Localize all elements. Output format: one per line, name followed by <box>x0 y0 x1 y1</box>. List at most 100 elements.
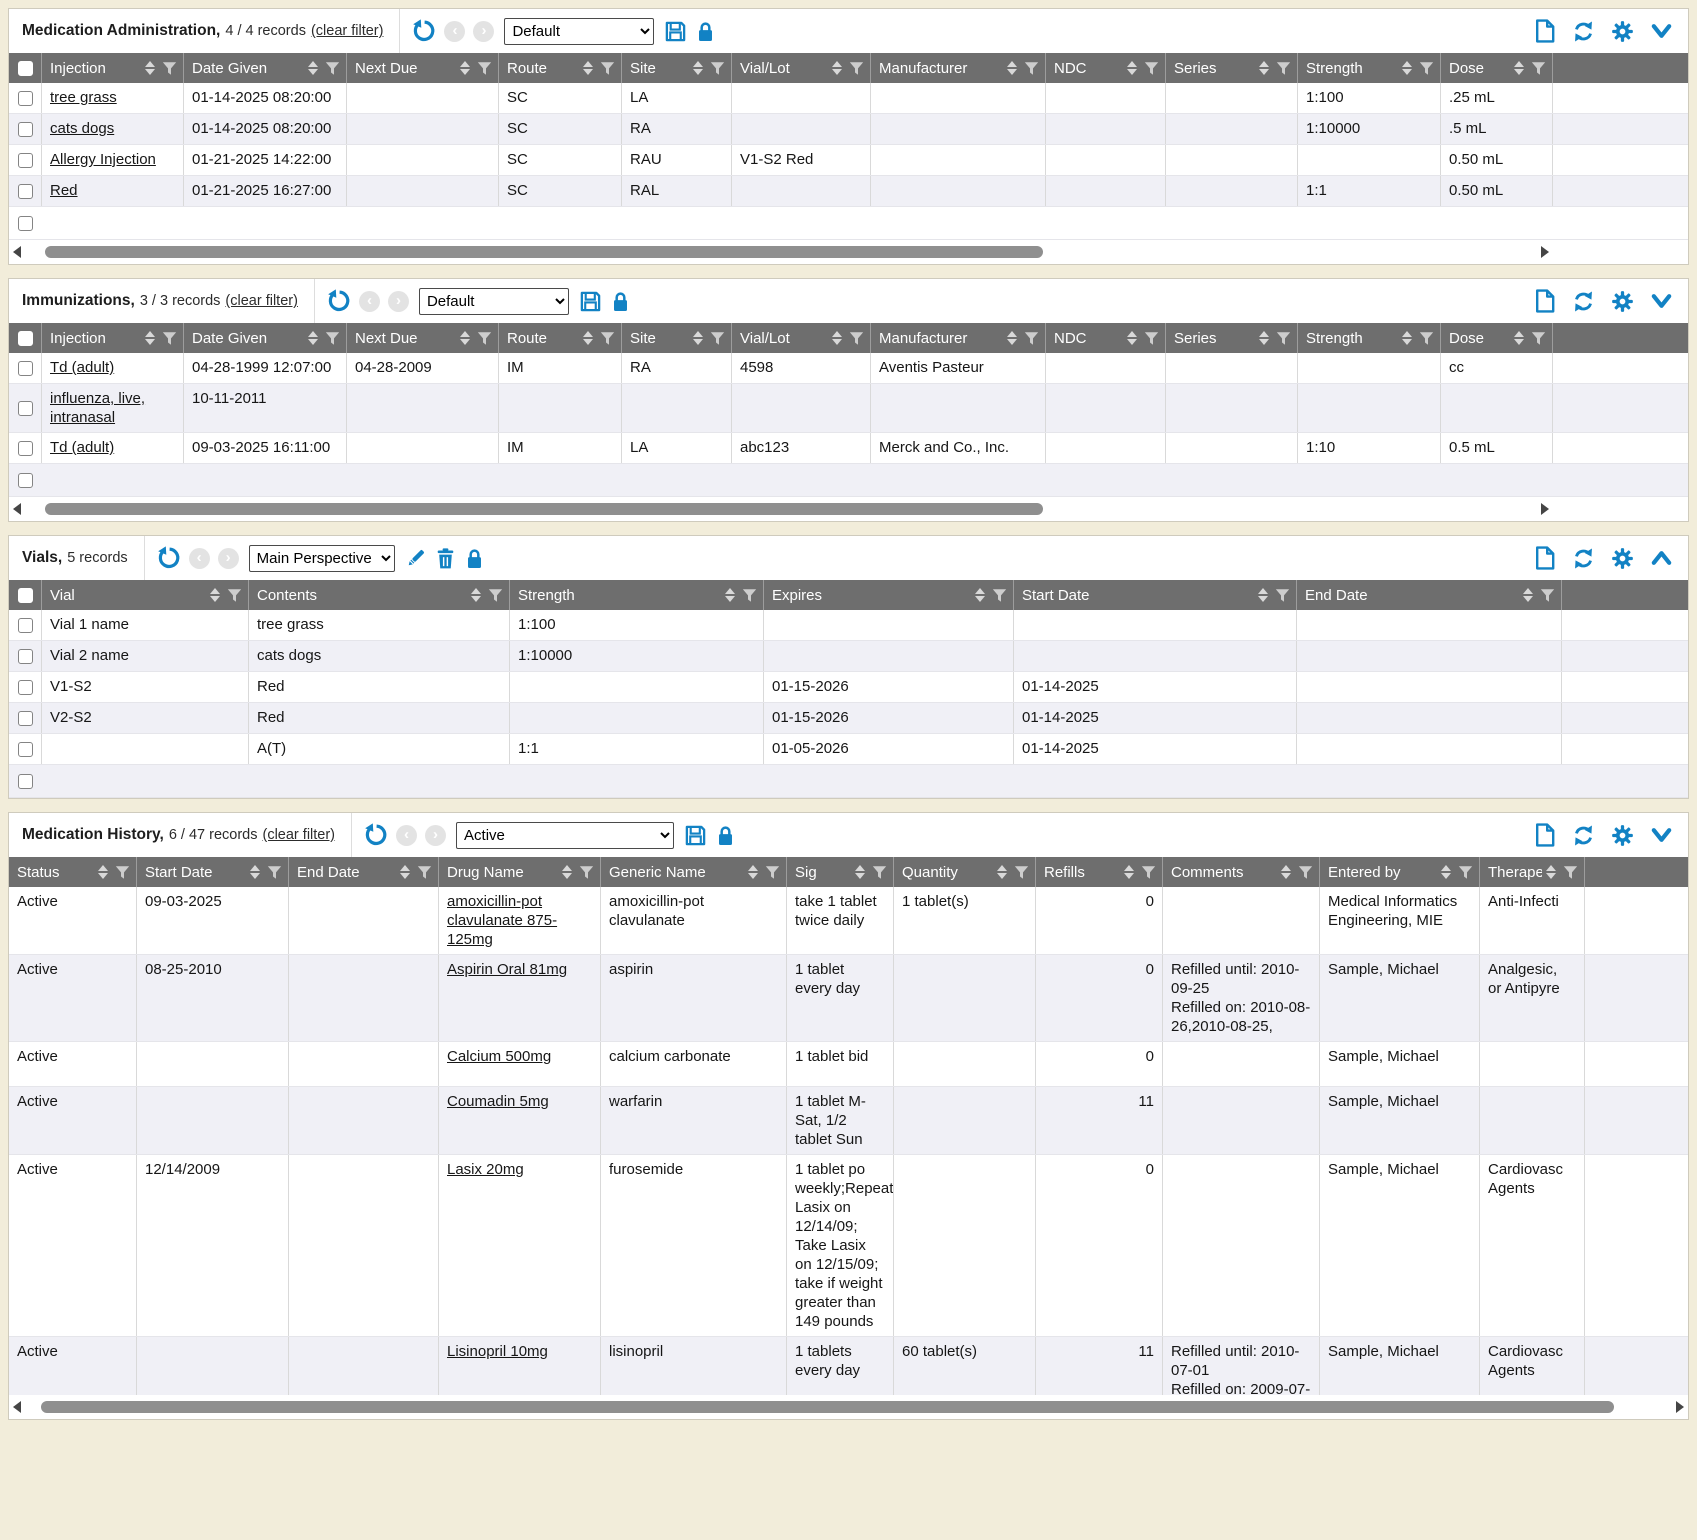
pencil-icon[interactable] <box>405 547 427 569</box>
sort-icon[interactable] <box>308 61 318 75</box>
injection-link[interactable]: influenza, live, intranasal <box>50 390 145 426</box>
drug-name-link[interactable]: Lisinopril 10mg <box>447 1343 548 1360</box>
filter-icon[interactable] <box>417 865 432 880</box>
undo-icon[interactable] <box>364 823 388 847</box>
sort-icon[interactable] <box>1514 61 1524 75</box>
sort-icon[interactable] <box>1258 588 1268 602</box>
sort-icon[interactable] <box>725 588 735 602</box>
scrollbar-track[interactable] <box>25 1400 1672 1414</box>
column-header-site[interactable]: Site <box>622 323 732 353</box>
perspective-select[interactable]: Default <box>504 18 654 45</box>
column-header-manufacturer[interactable]: Manufacturer <box>871 323 1046 353</box>
row-checkbox[interactable] <box>18 122 33 137</box>
gear-icon[interactable] <box>1611 547 1634 570</box>
prev-page-icon[interactable]: ‹ <box>444 21 465 42</box>
column-header-injection[interactable]: Injection <box>42 323 184 353</box>
prev-page-icon[interactable]: ‹ <box>396 825 417 846</box>
new-doc-icon[interactable] <box>1534 546 1556 570</box>
column-header-date-given[interactable]: Date Given <box>184 53 347 83</box>
column-header-route[interactable]: Route <box>499 323 622 353</box>
filter-icon[interactable] <box>267 865 282 880</box>
clear-filter-link[interactable]: (clear filter) <box>225 293 298 309</box>
select-all-checkbox[interactable] <box>18 331 33 346</box>
column-header-start-date[interactable]: Start Date <box>1014 580 1297 610</box>
undo-icon[interactable] <box>157 546 181 570</box>
sort-icon[interactable] <box>471 588 481 602</box>
next-page-icon[interactable]: › <box>473 21 494 42</box>
filter-icon[interactable] <box>1419 331 1434 346</box>
column-header-generic-name[interactable]: Generic Name <box>601 857 787 887</box>
clear-filter-link[interactable]: (clear filter) <box>311 23 384 39</box>
injection-link[interactable]: Td (adult) <box>50 359 114 376</box>
scroll-right-icon[interactable] <box>1541 503 1549 515</box>
lock-icon[interactable] <box>610 290 631 313</box>
filter-icon[interactable] <box>579 865 594 880</box>
row-checkbox[interactable] <box>18 680 33 695</box>
sort-icon[interactable] <box>308 331 318 345</box>
sort-icon[interactable] <box>1546 865 1556 879</box>
column-header-entered-by[interactable]: Entered by <box>1320 857 1480 887</box>
horizontal-scrollbar[interactable] <box>9 499 1553 519</box>
scroll-left-icon[interactable] <box>13 246 21 258</box>
sort-icon[interactable] <box>145 331 155 345</box>
row-checkbox[interactable] <box>18 91 33 106</box>
filter-icon[interactable] <box>162 61 177 76</box>
sort-icon[interactable] <box>975 588 985 602</box>
column-header-manufacturer[interactable]: Manufacturer <box>871 53 1046 83</box>
chevron-down-icon[interactable] <box>1650 21 1673 41</box>
column-header-site[interactable]: Site <box>622 53 732 83</box>
sort-icon[interactable] <box>832 331 842 345</box>
filter-icon[interactable] <box>227 588 242 603</box>
column-header-series[interactable]: Series <box>1166 323 1298 353</box>
row-checkbox[interactable] <box>18 441 33 456</box>
scroll-right-icon[interactable] <box>1676 1401 1684 1413</box>
select-all-checkbox[interactable] <box>18 588 33 603</box>
chevron-down-icon[interactable] <box>1650 825 1673 845</box>
sort-icon[interactable] <box>583 331 593 345</box>
scroll-left-icon[interactable] <box>13 1401 21 1413</box>
lock-icon[interactable] <box>715 824 736 847</box>
column-header-comments[interactable]: Comments <box>1163 857 1320 887</box>
next-page-icon[interactable]: › <box>218 548 239 569</box>
injection-link[interactable]: Allergy Injection <box>50 151 156 168</box>
column-header-status[interactable]: Status <box>9 857 137 887</box>
new-doc-icon[interactable] <box>1534 289 1556 313</box>
injection-link[interactable]: tree grass <box>50 89 117 106</box>
sort-icon[interactable] <box>1259 331 1269 345</box>
save-icon[interactable] <box>664 20 687 43</box>
column-header-therapeuti[interactable]: Therapeuti <box>1480 857 1585 887</box>
new-row-checkbox[interactable] <box>18 473 33 488</box>
filter-icon[interactable] <box>1141 865 1156 880</box>
filter-icon[interactable] <box>742 588 757 603</box>
next-page-icon[interactable]: › <box>388 291 409 312</box>
column-header-contents[interactable]: Contents <box>249 580 510 610</box>
sort-icon[interactable] <box>1127 331 1137 345</box>
column-header-next-due[interactable]: Next Due <box>347 53 499 83</box>
scroll-left-icon[interactable] <box>13 503 21 515</box>
row-checkbox[interactable] <box>18 361 33 376</box>
prev-page-icon[interactable]: ‹ <box>189 548 210 569</box>
row-checkbox[interactable] <box>18 742 33 757</box>
column-header-drug-name[interactable]: Drug Name <box>439 857 601 887</box>
lock-icon[interactable] <box>464 547 485 570</box>
next-page-icon[interactable]: › <box>425 825 446 846</box>
column-header-end-date[interactable]: End Date <box>1297 580 1562 610</box>
column-header-injection[interactable]: Injection <box>42 53 184 83</box>
scrollbar-thumb[interactable] <box>41 1401 1614 1413</box>
lock-icon[interactable] <box>695 20 716 43</box>
column-header-dose[interactable]: Dose <box>1441 53 1553 83</box>
save-icon[interactable] <box>579 290 602 313</box>
filter-icon[interactable] <box>1276 61 1291 76</box>
prev-page-icon[interactable]: ‹ <box>359 291 380 312</box>
chevron-down-icon[interactable] <box>1650 291 1673 311</box>
sort-icon[interactable] <box>1007 331 1017 345</box>
filter-icon[interactable] <box>325 61 340 76</box>
column-header-next-due[interactable]: Next Due <box>347 323 499 353</box>
save-icon[interactable] <box>684 824 707 847</box>
filter-icon[interactable] <box>477 331 492 346</box>
column-header-refills[interactable]: Refills <box>1036 857 1163 887</box>
trash-icon[interactable] <box>435 547 456 570</box>
column-header-strength[interactable]: Strength <box>510 580 764 610</box>
filter-icon[interactable] <box>600 61 615 76</box>
refresh-icon[interactable] <box>1572 547 1595 570</box>
